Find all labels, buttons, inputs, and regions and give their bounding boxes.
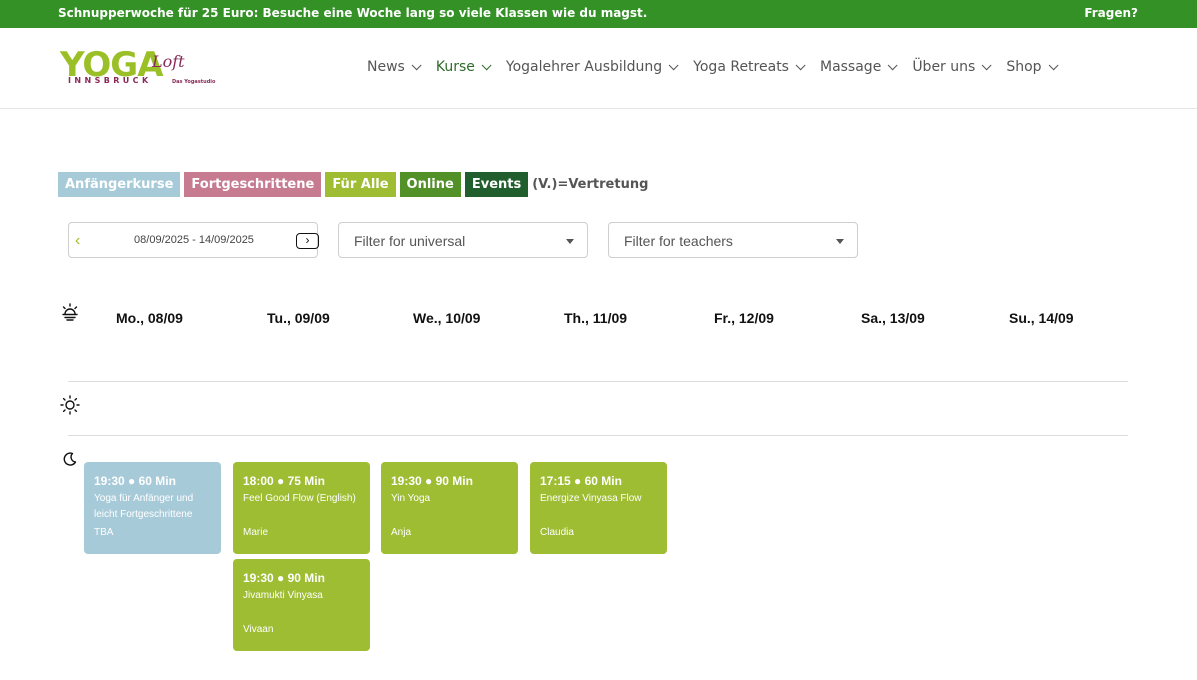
nav-item-massage[interactable]: Massage bbox=[819, 59, 898, 75]
class-time: 17:15 ● 60 Min bbox=[540, 474, 622, 488]
nav-label: News bbox=[367, 59, 405, 75]
class-type-legend: Anfängerkurse Fortgeschrittene Für Alle … bbox=[58, 172, 648, 197]
logo-loft-text: Loft bbox=[152, 52, 185, 71]
moon-icon bbox=[63, 452, 77, 466]
day-header: Fr., 12/09 bbox=[714, 310, 774, 326]
class-card[interactable]: 17:15 ● 60 Min Energize Vinyasa Flow Cla… bbox=[530, 462, 667, 554]
filter-universal-select[interactable]: Filter for universal bbox=[338, 222, 588, 258]
filter-universal-placeholder: Filter for universal bbox=[354, 233, 466, 249]
nav-item-kurse[interactable]: Kurse bbox=[435, 59, 492, 75]
nav-label: Yogalehrer Ausbildung bbox=[505, 59, 663, 75]
help-link[interactable]: Fragen? bbox=[1084, 6, 1138, 20]
day-header: Su., 14/09 bbox=[1009, 310, 1074, 326]
promo-bar: Schnupperwoche für 25 Euro: Besuche eine… bbox=[0, 0, 1197, 28]
class-title: Feel Good Flow (English) bbox=[243, 493, 356, 504]
sun-icon bbox=[60, 395, 80, 415]
legend-tag-fuer-alle[interactable]: Für Alle bbox=[325, 172, 396, 197]
legend-tag-events[interactable]: Events bbox=[464, 172, 529, 197]
section-divider bbox=[68, 435, 1128, 436]
class-teacher: Claudia bbox=[540, 527, 574, 538]
promo-text: Schnupperwoche für 25 Euro: Besuche eine… bbox=[58, 6, 648, 20]
nav-label: Yoga Retreats bbox=[693, 59, 789, 75]
day-header: Tu., 09/09 bbox=[267, 310, 330, 326]
week-date-picker[interactable]: ‹ 08/09/2025 - 14/09/2025 › bbox=[68, 222, 319, 258]
day-header: Mo., 08/09 bbox=[116, 310, 183, 326]
chevron-down-icon bbox=[481, 59, 492, 70]
site-header: YOGA Loft INNSBRUCK Das Yogastudio News … bbox=[0, 28, 1197, 109]
class-card[interactable]: 19:30 ● 90 Min Yin Yoga Anja bbox=[381, 462, 518, 554]
legend-tag-online[interactable]: Online bbox=[399, 172, 461, 197]
nav-label: Shop bbox=[1006, 59, 1042, 75]
class-time: 19:30 ● 60 Min bbox=[94, 474, 176, 488]
legend-note: (V.)=Vertretung bbox=[532, 177, 649, 192]
sunrise-icon bbox=[62, 303, 78, 321]
nav-label: Massage bbox=[819, 59, 882, 75]
class-title: Yoga für Anfänger und leicht Fortgeschri… bbox=[94, 493, 194, 520]
class-time: 18:00 ● 75 Min bbox=[243, 474, 325, 488]
day-header: Th., 11/09 bbox=[564, 310, 628, 326]
logo-subtitle: Das Yogastudio bbox=[172, 79, 216, 85]
class-teacher: Vivaan bbox=[243, 624, 274, 635]
chevron-down-icon bbox=[1048, 59, 1059, 70]
nav-item-shop[interactable]: Shop bbox=[1006, 59, 1059, 75]
chevron-right-icon[interactable]: › bbox=[296, 233, 319, 249]
class-title: Yin Yoga bbox=[391, 493, 431, 504]
class-teacher: TBA bbox=[94, 527, 114, 538]
chevron-down-icon bbox=[795, 59, 806, 70]
class-title: Jivamukti Vinyasa bbox=[243, 590, 323, 601]
filter-teachers-select[interactable]: Filter for teachers bbox=[608, 222, 858, 258]
chevron-down-icon bbox=[981, 59, 992, 70]
main-nav: News Kurse Yogalehrer Ausbildung Yoga Re… bbox=[367, 59, 1059, 75]
nav-label: Kurse bbox=[435, 59, 475, 75]
nav-item-news[interactable]: News bbox=[367, 59, 422, 75]
class-time: 19:30 ● 90 Min bbox=[243, 571, 325, 585]
class-time: 19:30 ● 90 Min bbox=[391, 474, 473, 488]
class-teacher: Marie bbox=[243, 527, 269, 538]
caret-down-icon bbox=[836, 239, 844, 244]
date-range-text: 08/09/2025 - 14/09/2025 bbox=[134, 234, 254, 246]
nav-item-ueber-uns[interactable]: Über uns bbox=[912, 59, 992, 75]
day-header: Sa., 13/09 bbox=[861, 310, 925, 326]
nav-item-yoga-retreats[interactable]: Yoga Retreats bbox=[693, 59, 806, 75]
logo-city-text: INNSBRUCK bbox=[68, 76, 152, 85]
class-teacher: Anja bbox=[391, 527, 412, 538]
class-card[interactable]: 19:30 ● 60 Min Yoga für Anfänger und lei… bbox=[84, 462, 221, 554]
legend-tag-anfaengerkurse[interactable]: Anfängerkurse bbox=[58, 172, 181, 197]
caret-down-icon bbox=[566, 239, 574, 244]
filter-teachers-placeholder: Filter for teachers bbox=[624, 233, 733, 249]
class-card[interactable]: 19:30 ● 90 Min Jivamukti Vinyasa Vivaan bbox=[233, 559, 370, 651]
class-card[interactable]: 18:00 ● 75 Min Feel Good Flow (English) … bbox=[233, 462, 370, 554]
section-divider bbox=[68, 381, 1128, 382]
legend-tag-fortgeschrittene[interactable]: Fortgeschrittene bbox=[184, 172, 322, 197]
chevron-down-icon bbox=[887, 59, 898, 70]
class-title: Energize Vinyasa Flow bbox=[540, 493, 642, 504]
nav-label: Über uns bbox=[912, 59, 976, 75]
chevron-down-icon bbox=[668, 59, 679, 70]
day-header: We., 10/09 bbox=[413, 310, 481, 326]
nav-item-yogalehrer-ausbildung[interactable]: Yogalehrer Ausbildung bbox=[505, 59, 679, 75]
chevron-down-icon bbox=[411, 59, 422, 70]
site-logo[interactable]: YOGA Loft INNSBRUCK Das Yogastudio bbox=[60, 48, 220, 90]
